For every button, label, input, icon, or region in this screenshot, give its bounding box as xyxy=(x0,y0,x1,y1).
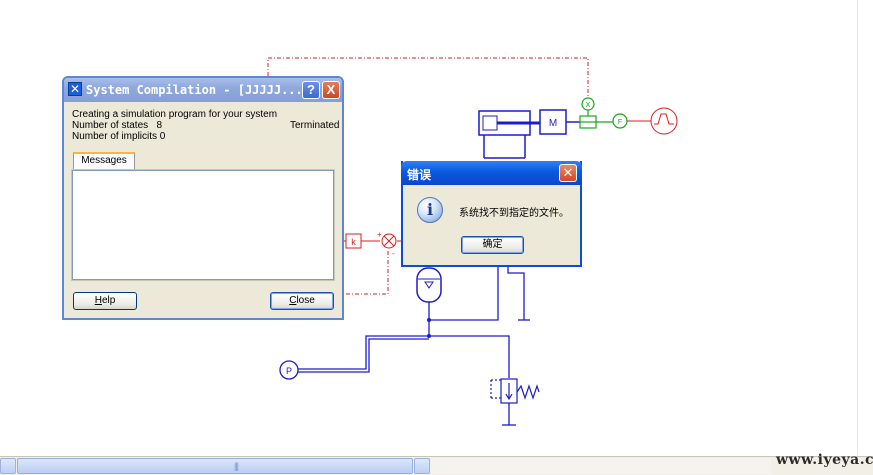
relief-valve-icon[interactable] xyxy=(490,378,540,404)
scroll-left-button[interactable] xyxy=(0,458,16,474)
error-message: 系统找不到指定的文件。 xyxy=(459,208,569,219)
progress-line: Creating a simulation program for your s… xyxy=(72,109,278,120)
gain-block[interactable]: k xyxy=(345,233,362,249)
signal-source-icon[interactable] xyxy=(650,107,678,135)
help-mnemonic: H xyxy=(94,295,102,306)
error-close-icon[interactable]: ✕ xyxy=(559,164,577,182)
error-titlebar[interactable]: 错误 ✕ xyxy=(401,161,582,185)
messages-area[interactable] xyxy=(72,170,334,280)
plus-sign: + xyxy=(377,230,382,239)
error-title: 错误 xyxy=(407,168,432,182)
scroll-grip-icon: ||| xyxy=(234,461,239,471)
canvas-right-edge xyxy=(857,0,873,455)
info-icon: i xyxy=(417,197,443,223)
summing-junction-icon[interactable]: + - xyxy=(377,230,397,258)
implicits-line: Number of implicits 0 xyxy=(72,131,166,142)
error-dialog: 错误 ✕ i 系统找不到指定的文件。 确定 xyxy=(401,161,582,267)
x-sensor-label: X xyxy=(586,102,591,109)
mass-block[interactable]: M xyxy=(539,109,567,135)
help-icon[interactable]: ? xyxy=(302,81,320,99)
scroll-thumb[interactable]: ||| xyxy=(17,458,413,474)
help-button[interactable]: Help xyxy=(73,292,137,310)
scroll-right-button[interactable] xyxy=(414,458,430,474)
states-value: 8 xyxy=(156,120,163,131)
close-button[interactable]: Close xyxy=(270,292,334,310)
pressure-source[interactable]: P xyxy=(279,360,299,380)
scroll-track[interactable] xyxy=(431,458,771,474)
hydraulic-cylinder[interactable] xyxy=(478,110,540,159)
close-label-rest: lose xyxy=(296,295,315,306)
gain-label: k xyxy=(351,237,356,247)
minus-sign: - xyxy=(392,249,395,258)
close-icon[interactable]: X xyxy=(322,81,340,99)
ok-button[interactable]: 确定 xyxy=(461,236,524,254)
status-text: Terminated xyxy=(290,120,340,131)
f-sensor-label: F xyxy=(618,119,622,126)
compilation-title: System Compilation - [JJJJJ... xyxy=(86,83,303,97)
states-row: Number of states 8 xyxy=(72,120,162,131)
watermark: www.iyeya.cn xyxy=(776,452,873,468)
tab-messages[interactable]: Messages xyxy=(73,152,135,170)
states-label: Number of states xyxy=(72,120,149,131)
pressure-label: P xyxy=(286,366,292,376)
compilation-window: ✕ System Compilation - [JJJJJ... ? X Cre… xyxy=(62,76,344,320)
mass-label: M xyxy=(549,118,557,129)
horizontal-scrollbar[interactable]: ||| xyxy=(0,456,873,475)
app-icon: ✕ xyxy=(68,82,82,96)
compilation-titlebar[interactable]: ✕ System Compilation - [JJJJJ... ? X xyxy=(64,78,342,102)
accumulator-icon[interactable] xyxy=(416,267,442,303)
help-label-rest: elp xyxy=(101,295,116,306)
